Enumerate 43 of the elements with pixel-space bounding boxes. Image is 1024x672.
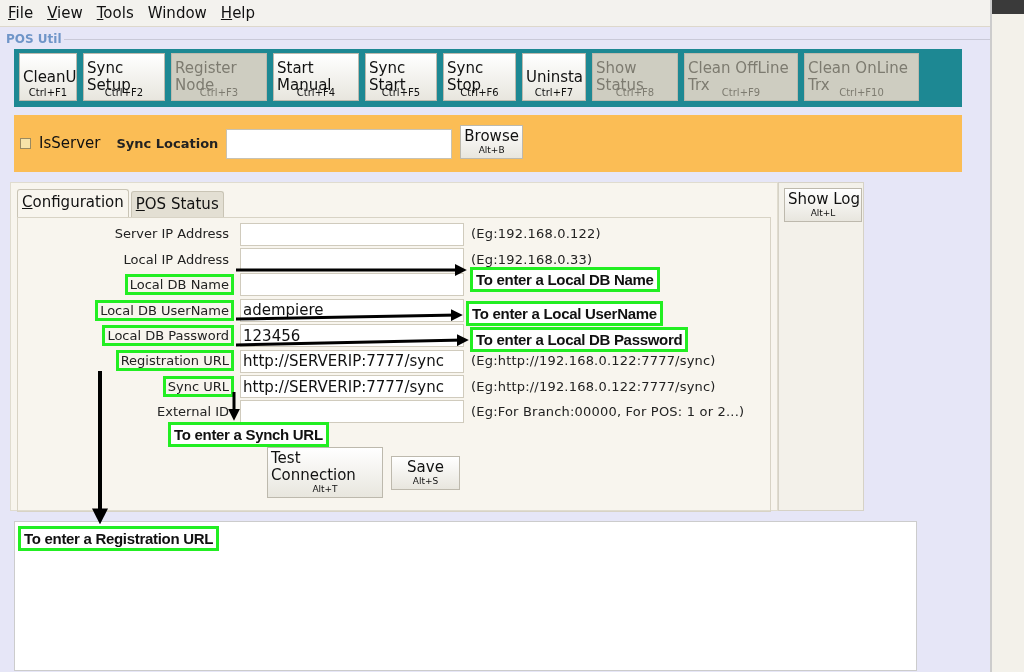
field-label: Local DB Password — [104, 327, 232, 344]
input-field[interactable]: http://SERVERIP:7777/sync — [240, 375, 464, 399]
input-field[interactable] — [240, 273, 464, 297]
callout-label: To enter a Synch URL — [168, 422, 329, 447]
hint-text: (Eg:For Branch:00000, For POS: 1 or 2...) — [471, 403, 745, 422]
callout-label: To enter a Local UserName — [466, 301, 663, 326]
sync-location-field[interactable] — [226, 128, 453, 159]
callout-label: To enter a Registration URL — [18, 526, 220, 551]
callout-label: To enter a Local DB Password — [470, 327, 689, 352]
browse-button[interactable]: Browse Alt+B — [460, 124, 523, 159]
input-field[interactable] — [240, 248, 464, 272]
show-log-button[interactable]: Show Log Alt+L — [784, 188, 862, 222]
callout-label: To enter a Local DB Name — [470, 267, 660, 292]
menu-item[interactable]: View — [47, 0, 83, 26]
field-label: External ID — [156, 403, 230, 421]
hint-text: (Eg:192.168.0.33) — [471, 250, 593, 269]
checkbox[interactable] — [20, 138, 31, 149]
hint-text: (Eg:http://192.168.0.122:7777/sync) — [471, 352, 716, 371]
field-label: Sync URL — [164, 377, 232, 395]
hint-text: (Eg:http://192.168.0.122:7777/sync) — [471, 377, 716, 396]
panel-title: POS Util — [5, 31, 63, 48]
field-label: Sync Location — [116, 134, 219, 153]
menu-item[interactable]: Help — [220, 0, 256, 26]
toolbar-button[interactable]: Uninsta Ctrl+F7 — [522, 53, 586, 101]
input-field[interactable]: http://SERVERIP:7777/sync — [240, 349, 464, 373]
checkbox-label: IsServer — [39, 133, 101, 155]
tab[interactable]: POS Status — [130, 191, 224, 217]
field-label: Registration URL — [117, 352, 232, 370]
save-button[interactable]: Save Alt+S — [391, 455, 460, 490]
field-label: Local DB UserName — [97, 301, 232, 319]
hint-text: (Eg:192.168.0.122) — [471, 225, 601, 244]
menu-item[interactable]: File — [8, 0, 34, 26]
tab[interactable]: Configuration — [17, 189, 129, 217]
test-connection-button[interactable]: Test Connection Alt+T — [267, 446, 383, 498]
input-field[interactable] — [240, 222, 464, 246]
field-label: Server IP Address — [113, 225, 230, 243]
arrow — [228, 392, 240, 421]
field-label: Local IP Address — [122, 250, 230, 268]
input-field[interactable] — [240, 400, 464, 424]
menu-item[interactable]: Window — [147, 0, 207, 26]
field-label: Local DB Name — [126, 276, 232, 294]
toolbar-button[interactable]: CleanU Ctrl+F1 — [19, 53, 77, 101]
menu-item[interactable]: Tools — [96, 0, 134, 26]
